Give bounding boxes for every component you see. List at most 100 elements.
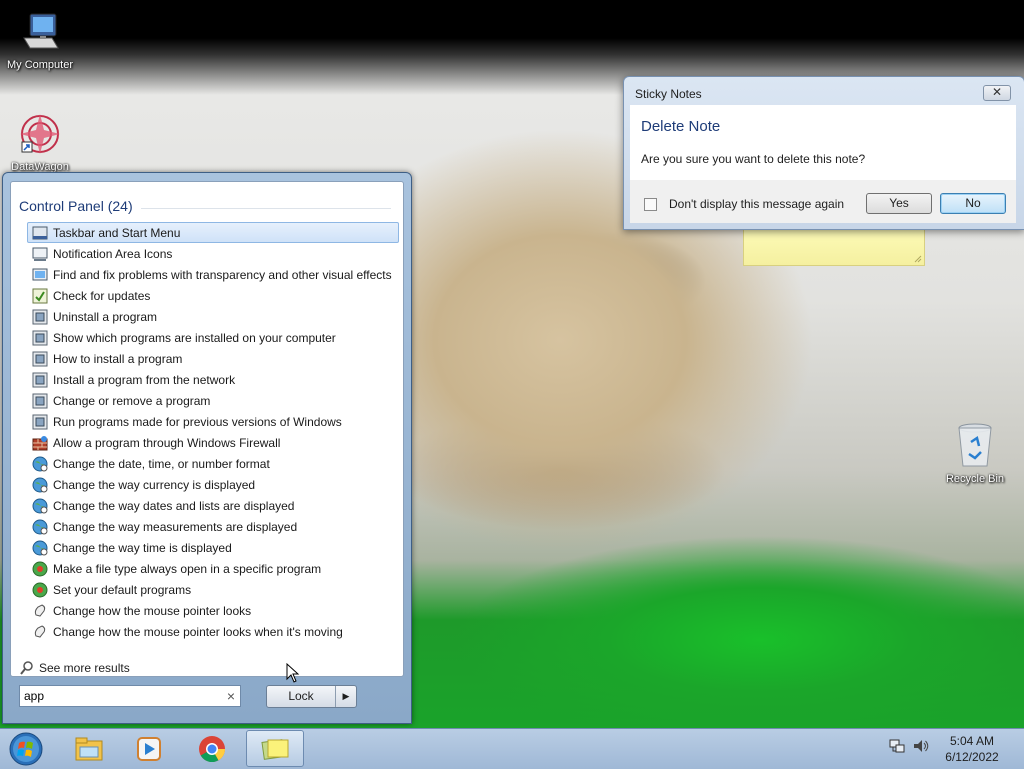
search-result-item[interactable]: Find and fix problems with transparency … [27,264,399,285]
search-result-label: Change the way currency is displayed [53,477,256,492]
search-result-label: Check for updates [53,288,151,303]
search-result-item[interactable]: Set your default programs [27,579,399,600]
volume-icon[interactable] [912,737,930,755]
search-result-label: Change how the mouse pointer looks [53,603,252,618]
search-result-item[interactable]: Change the way dates and lists are displ… [27,495,399,516]
search-input[interactable] [20,686,222,706]
desktop-icon-my-computer[interactable]: My Computer [0,8,80,71]
search-result-label: Change how the mouse pointer looks when … [53,624,343,639]
search-result-label: Find and fix problems with transparency … [53,267,392,282]
dialog-footer: Don't display this message again Yes No [630,180,1016,223]
region-icon [32,498,48,513]
search-result-item[interactable]: Taskbar and Start Menu [27,222,399,243]
programs-icon [32,330,48,345]
search-result-item[interactable]: Change or remove a program [27,390,399,411]
search-result-label: Notification Area Icons [53,246,173,261]
search-result-label: Show which programs are installed on you… [53,330,336,345]
see-more-label: See more results [39,661,130,675]
region-icon [32,456,48,471]
search-result-label: Taskbar and Start Menu [53,225,181,240]
taskbar-icon [32,226,48,239]
search-result-item[interactable]: Notification Area Icons [27,243,399,264]
start-search-box[interactable]: × [19,685,241,707]
programs-icon [32,393,48,408]
results-category-label: Control Panel (24) [19,198,133,214]
power-options-arrow-icon[interactable]: ▶ [335,686,356,707]
network-icon[interactable] [888,737,906,755]
search-result-item[interactable]: Change how the mouse pointer looks when … [27,621,399,642]
search-result-label: Uninstall a program [53,309,158,324]
search-result-label: Run programs made for previous versions … [53,414,342,429]
resize-grip-icon[interactable] [914,255,922,263]
search-icon [20,661,33,675]
clock-date: 6/12/2022 [945,750,999,764]
taskbar-windows-explorer[interactable] [60,730,118,767]
notification-area [888,737,930,755]
search-result-item[interactable]: Run programs made for previous versions … [27,411,399,432]
search-result-item[interactable]: Change the date, time, or number format [27,453,399,474]
search-result-item[interactable]: Uninstall a program [27,306,399,327]
taskbar-sticky-notes[interactable] [246,730,304,767]
troubleshoot-icon [32,268,48,280]
search-result-item[interactable]: Change how the mouse pointer looks [27,600,399,621]
mouse-cursor-icon [286,663,300,683]
default-programs-icon [32,561,48,576]
desktop-icon-recycle-bin[interactable]: Recycle Bin [935,420,1015,485]
datawagon-icon [20,114,60,154]
search-result-item[interactable]: Install a program from the network [27,369,399,390]
windows-update-icon [32,288,48,303]
clock-time: 5:04 AM [949,734,995,748]
lock-button[interactable]: Lock ▶ [266,685,357,708]
search-result-item[interactable]: Show which programs are installed on you… [27,327,399,348]
search-result-item[interactable]: Check for updates [27,285,399,306]
no-button[interactable]: No [940,193,1006,214]
desktop-icon-label: My Computer [6,59,74,71]
desktop-icon-datawagon[interactable]: DataWagon [0,110,80,173]
search-result-label: Change the way dates and lists are displ… [53,498,295,513]
clear-search-icon[interactable]: × [222,688,240,704]
search-result-item[interactable]: How to install a program [27,348,399,369]
search-result-label: Change the way measurements are displaye… [53,519,298,534]
search-result-label: Install a program from the network [53,372,236,387]
start-menu: Control Panel (24) Taskbar and Start Men… [2,172,412,724]
notification-icon [32,247,48,261]
search-result-label: Change the date, time, or number format [53,456,270,471]
dialog-message: Are you sure you want to delete this not… [641,152,866,166]
see-more-results-link[interactable]: See more results [19,660,130,676]
recycle-bin-icon [958,423,992,467]
search-result-label: Make a file type always open in a specif… [53,561,322,576]
desktop-icon-label: Recycle Bin [945,473,1005,485]
computer-icon [23,13,59,49]
desktop[interactable]: My Computer DataWagon Recycle Bin Sticky… [0,0,1024,728]
taskbar-google-chrome[interactable] [183,730,241,767]
dont-show-checkbox[interactable]: Don't display this message again [644,197,844,211]
search-result-label: Set your default programs [53,582,192,597]
dialog-title: Sticky Notes [635,87,702,101]
results-category-header[interactable]: Control Panel (24) [19,196,391,216]
close-icon: ✕ [991,85,1003,99]
search-result-item[interactable]: Make a file type always open in a specif… [27,558,399,579]
search-result-label: Allow a program through Windows Firewall [53,435,281,450]
delete-note-dialog[interactable]: Sticky Notes ✕ Delete Note Are you sure … [623,76,1024,230]
default-programs-icon [32,582,48,597]
chrome-icon [199,735,226,762]
taskbar-windows-media-player[interactable] [120,730,178,767]
start-button[interactable] [6,730,46,768]
sticky-note[interactable] [743,226,925,266]
dialog-heading: Delete Note [641,118,721,135]
search-result-item[interactable]: Change the way currency is displayed [27,474,399,495]
checkbox-label: Don't display this message again [669,197,845,211]
search-result-item[interactable]: Change the way measurements are displaye… [27,516,399,537]
sticky-notes-icon [261,738,289,760]
search-result-item[interactable]: Allow a program through Windows Firewall [27,432,399,453]
dialog-close-button[interactable]: ✕ [983,85,1011,101]
search-result-item[interactable]: Change the way time is displayed [27,537,399,558]
system-clock[interactable]: 5:04 AM 6/12/2022 [936,733,1008,765]
checkbox-box[interactable] [644,197,657,211]
programs-icon [32,372,48,387]
search-results-pane: Control Panel (24) Taskbar and Start Men… [10,181,404,677]
mouse-icon [34,603,46,617]
header-divider [140,207,391,209]
taskbar: 5:04 AM 6/12/2022 [0,728,1024,769]
yes-button[interactable]: Yes [866,193,932,214]
